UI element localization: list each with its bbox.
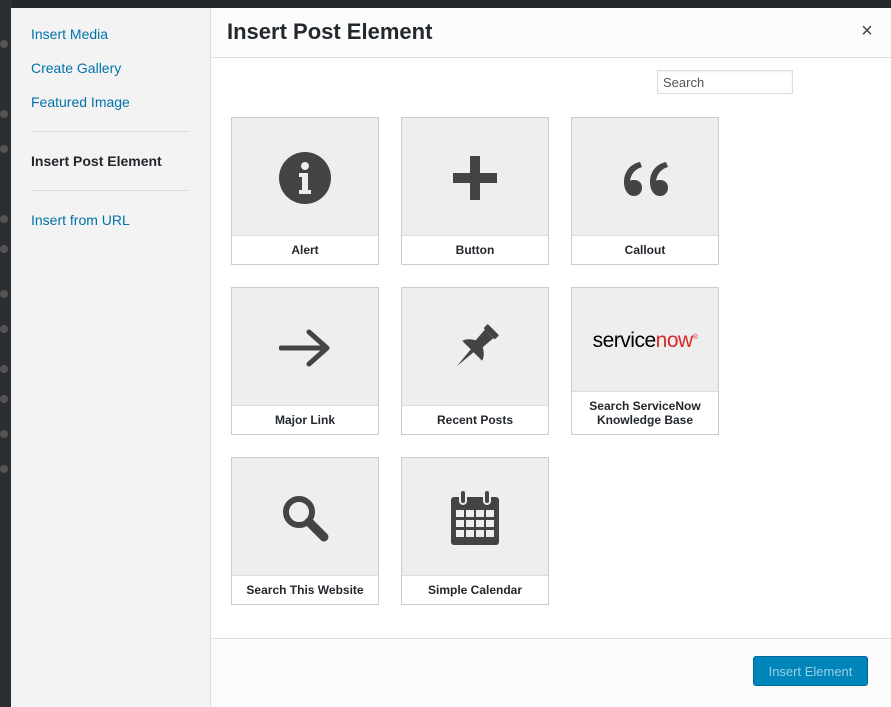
tile-label: Simple Calendar <box>402 575 548 604</box>
plus-icon <box>453 155 497 200</box>
modal-menu: Insert Media Create Gallery Featured Ima… <box>11 8 211 707</box>
element-tile-alert[interactable]: Alert <box>231 117 379 265</box>
element-tile-callout[interactable]: Callout <box>571 117 719 265</box>
tile-label: Alert <box>232 235 378 264</box>
insert-element-button[interactable]: Insert Element <box>753 656 868 686</box>
insert-media-modal: Insert Media Create Gallery Featured Ima… <box>11 8 891 707</box>
tile-label: Major Link <box>232 405 378 434</box>
pushpin-icon <box>456 323 499 366</box>
arrow-right-icon <box>279 329 330 366</box>
tile-label: Search This Website <box>232 575 378 604</box>
element-tile-simple-calendar[interactable]: Simple Calendar <box>401 457 549 605</box>
close-icon[interactable]: × <box>857 21 877 41</box>
menu-item-insert-from-url[interactable]: Insert from URL <box>31 212 130 228</box>
info-icon <box>279 151 331 204</box>
menu-item-insert-post-element[interactable]: Insert Post Element <box>31 153 162 169</box>
element-tile-search-this-website[interactable]: Search This Website <box>231 457 379 605</box>
element-tile-major-link[interactable]: Major Link <box>231 287 379 435</box>
servicenow-logo: servicenow® <box>592 328 698 352</box>
menu-item-featured-image[interactable]: Featured Image <box>31 94 130 110</box>
menu-separator <box>31 131 189 132</box>
tile-label: Recent Posts <box>402 405 548 434</box>
page-title: Insert Post Element <box>227 19 433 44</box>
tile-label: Search ServiceNow Knowledge Base <box>572 391 718 434</box>
menu-separator <box>31 190 189 191</box>
tile-label: Button <box>402 235 548 264</box>
menu-item-create-gallery[interactable]: Create Gallery <box>31 60 121 76</box>
modal-header: Insert Post Element × <box>211 8 891 58</box>
tile-label: Callout <box>572 235 718 264</box>
search-icon <box>283 495 329 541</box>
calendar-icon <box>451 488 499 545</box>
element-tile-button[interactable]: Button <box>401 117 549 265</box>
search-input[interactable] <box>657 70 793 94</box>
modal-footer: Insert Element <box>211 638 891 707</box>
quote-icon <box>624 161 668 196</box>
element-tile-search-servicenow[interactable]: servicenow® Search ServiceNow Knowledge … <box>571 287 719 435</box>
menu-item-insert-media[interactable]: Insert Media <box>31 26 108 42</box>
element-tile-recent-posts[interactable]: Recent Posts <box>401 287 549 435</box>
